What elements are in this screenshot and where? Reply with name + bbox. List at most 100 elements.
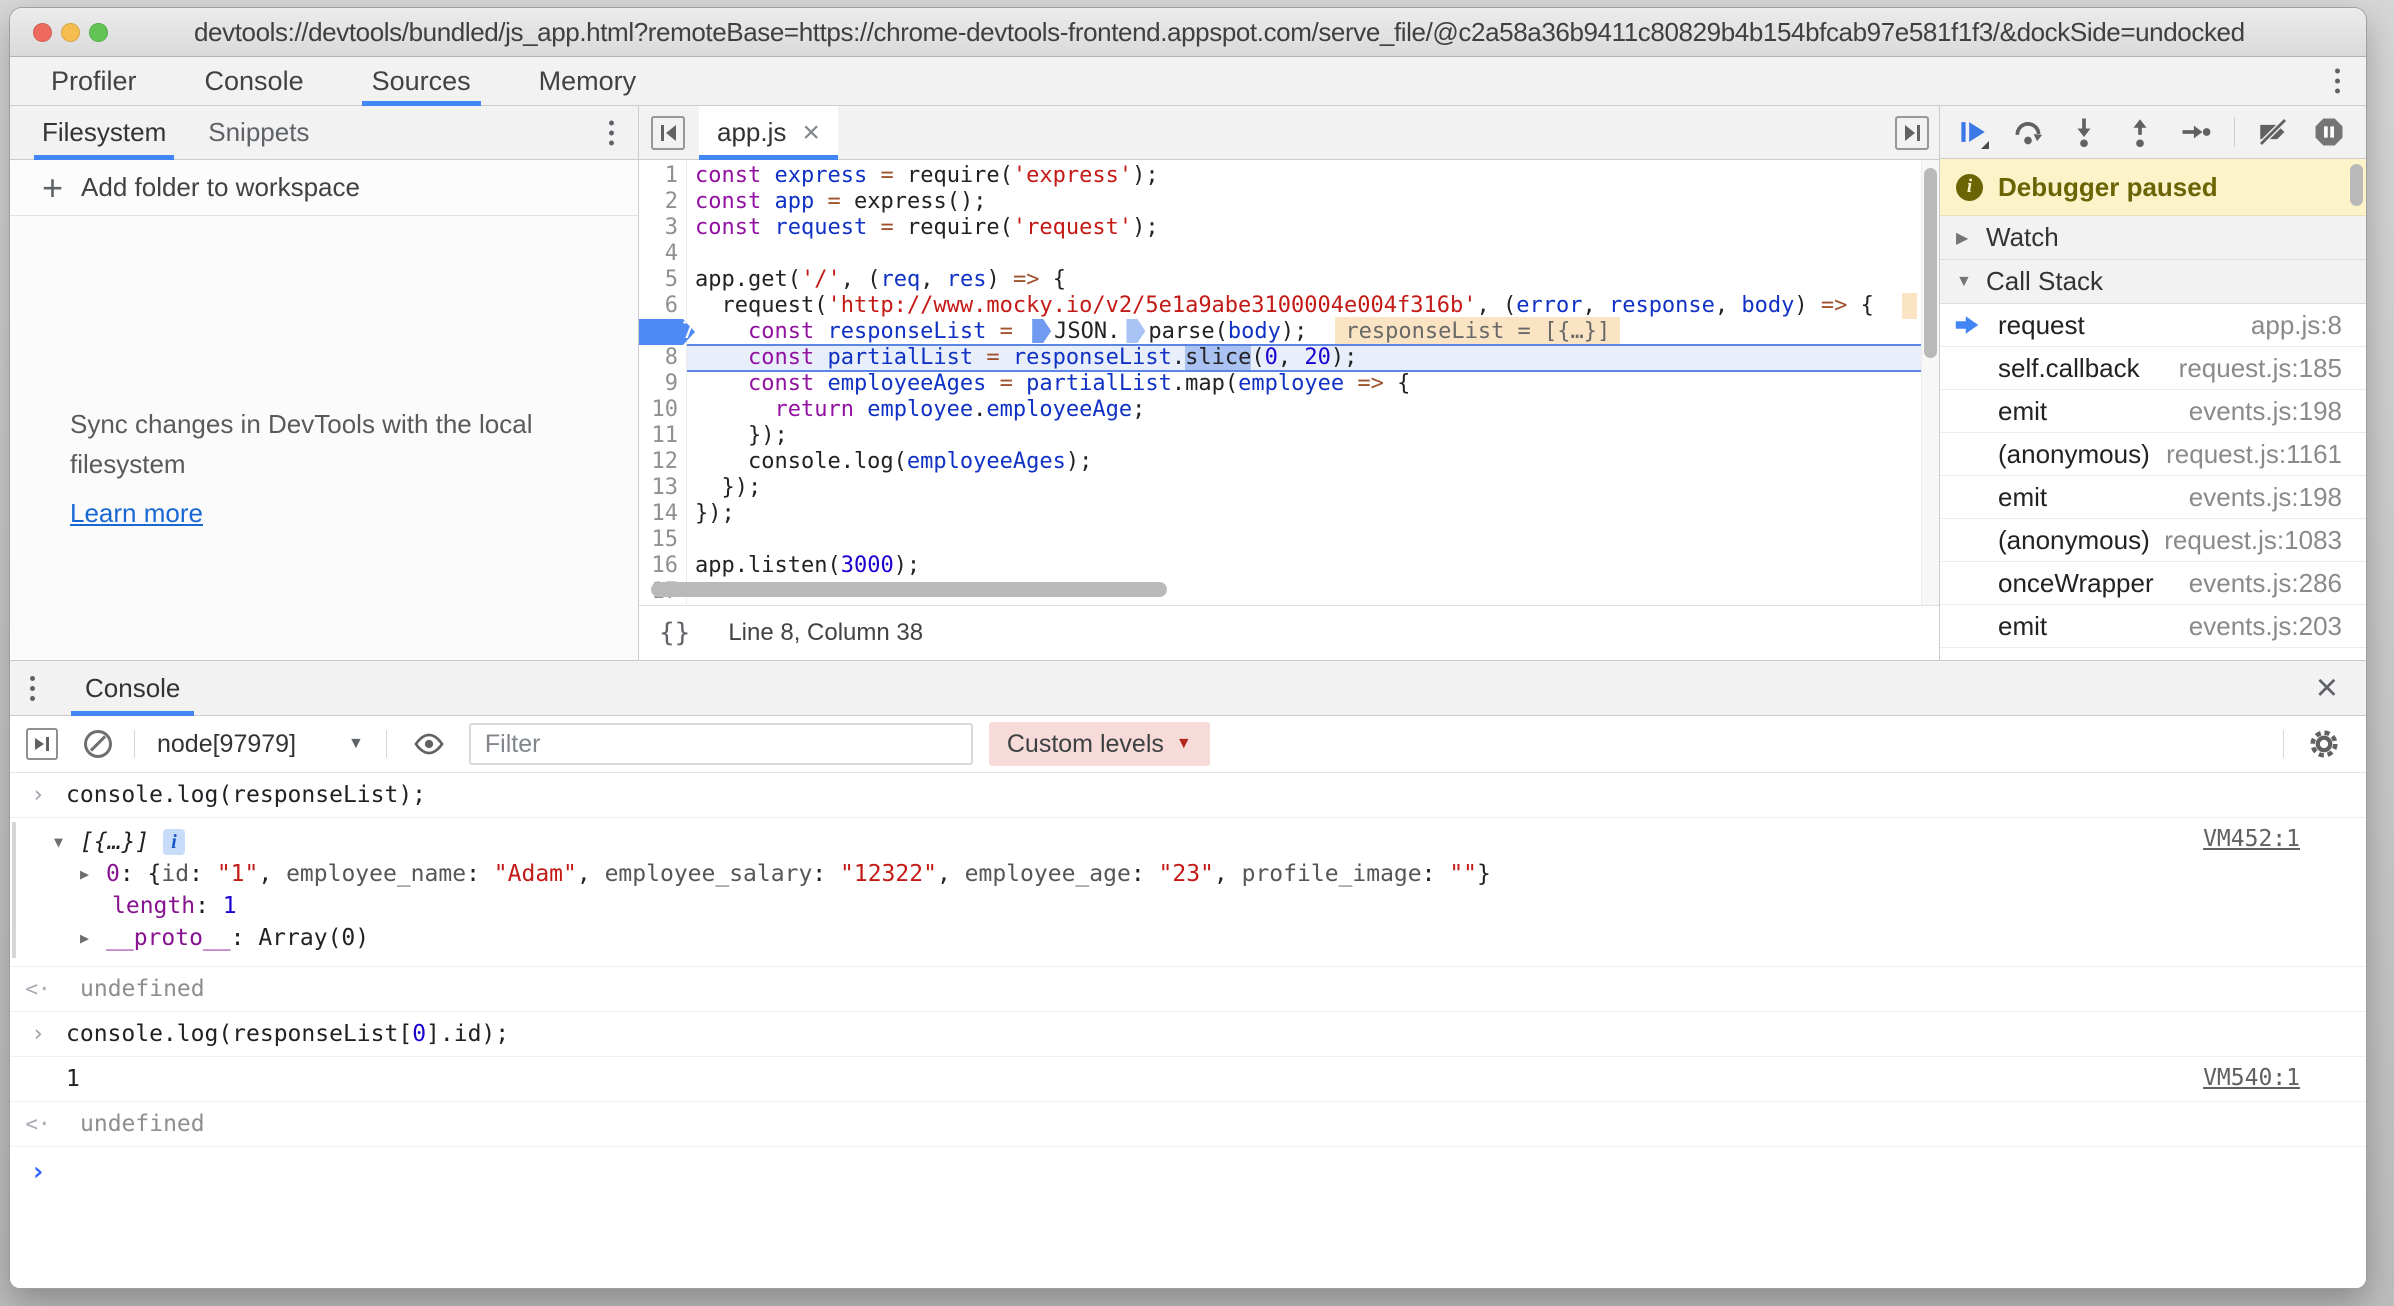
expand-open-icon[interactable]: ▼ (54, 833, 80, 851)
hide-navigator-icon[interactable] (651, 116, 685, 150)
step-location-marker-icon[interactable] (1032, 319, 1051, 343)
code-line[interactable] (687, 527, 1939, 553)
code-line[interactable]: }); (687, 475, 1939, 501)
add-folder-button[interactable]: + Add folder to workspace (10, 160, 638, 216)
step-into-button[interactable] (2066, 114, 2102, 150)
console-prompt-row[interactable]: › (10, 1147, 2366, 1197)
callstack-frame[interactable]: requestapp.js:8 (1940, 304, 2366, 347)
zoom-window-button[interactable] (89, 23, 108, 42)
close-window-button[interactable] (33, 23, 52, 42)
line-number[interactable]: 10 (639, 397, 686, 423)
console-drawer: Console × node[97979] ▼ Custom levels ▼ (10, 660, 2366, 1288)
learn-more-link[interactable]: Learn more (70, 498, 203, 529)
frame-location[interactable]: events.js:198 (2189, 396, 2342, 427)
resume-button[interactable] (1954, 114, 1990, 150)
source-location-link[interactable]: VM540:1 (2203, 1065, 2300, 1091)
frame-location[interactable]: app.js:8 (2251, 310, 2342, 341)
frame-location[interactable]: request.js:185 (2179, 353, 2342, 384)
code-line[interactable]: }); (687, 423, 1939, 449)
editor-horizontal-scrollbar[interactable] (651, 582, 1167, 597)
sidebar-scrollbar[interactable] (2350, 164, 2363, 206)
frame-location[interactable]: events.js:198 (2189, 482, 2342, 513)
filter-input[interactable] (469, 723, 973, 765)
close-drawer-icon[interactable]: × (2316, 669, 2338, 707)
step-location-marker-icon[interactable] (1126, 319, 1145, 343)
code-line[interactable]: const partialList = responseList.slice(0… (687, 345, 1939, 371)
step-out-button[interactable] (2122, 114, 2158, 150)
frame-location[interactable]: request.js:1083 (2164, 525, 2342, 556)
line-number[interactable]: 8 (639, 345, 686, 371)
step-over-button[interactable] (2010, 114, 2046, 150)
close-tab-icon[interactable]: × (802, 118, 820, 148)
editor-vertical-scrollbar[interactable] (1921, 160, 1939, 605)
live-expression-eye-icon[interactable] (411, 726, 447, 762)
callstack-frame[interactable]: emitevents.js:203 (1940, 605, 2366, 648)
javascript-context-selector[interactable]: node[97979] ▼ (157, 730, 364, 759)
line-number[interactable]: 6 (639, 293, 686, 319)
code-line[interactable]: }); (687, 501, 1939, 527)
line-number[interactable]: 5 (639, 267, 686, 293)
line-number[interactable]: 2 (639, 189, 686, 215)
console-settings-gear-icon[interactable] (2304, 724, 2344, 764)
minimize-window-button[interactable] (61, 23, 80, 42)
source-location-link[interactable]: VM452:1 (2203, 826, 2300, 852)
pause-on-exceptions-button[interactable] (2311, 114, 2347, 150)
step-button[interactable] (2178, 114, 2214, 150)
tab-console[interactable]: Console (178, 57, 331, 105)
line-number[interactable]: 11 (639, 423, 686, 449)
frame-location[interactable]: events.js:203 (2189, 611, 2342, 642)
line-number[interactable]: 15 (639, 527, 686, 553)
code-line[interactable]: const app = express(); (687, 189, 1939, 215)
deactivate-breakpoints-button[interactable] (2255, 114, 2291, 150)
watch-section-header[interactable]: ▶ Watch (1940, 216, 2366, 260)
line-number[interactable]: 14 (639, 501, 686, 527)
tab-memory[interactable]: Memory (512, 57, 664, 105)
callstack-frame[interactable]: emitevents.js:198 (1940, 390, 2366, 433)
info-badge-icon[interactable]: i (163, 829, 185, 855)
show-console-sidebar-icon[interactable] (26, 728, 58, 760)
custom-levels-dropdown[interactable]: Custom levels ▼ (989, 722, 1210, 766)
code-line[interactable]: const responseList = JSON.parse(body);re… (687, 319, 1939, 345)
tab-console-drawer[interactable]: Console (71, 661, 194, 715)
line-number[interactable]: 9 (639, 371, 686, 397)
navigator-menu-icon[interactable] (609, 120, 614, 145)
line-number[interactable]: 13 (639, 475, 686, 501)
frame-location[interactable]: request.js:1161 (2166, 439, 2342, 470)
line-number[interactable]: 12 (639, 449, 686, 475)
code-line[interactable]: return employee.employeeAge; (687, 397, 1939, 423)
clear-console-icon[interactable] (84, 730, 112, 758)
callstack-frame[interactable]: (anonymous)request.js:1083 (1940, 519, 2366, 562)
line-number[interactable]: 1 (639, 163, 686, 189)
tab-filesystem[interactable]: Filesystem (32, 106, 176, 159)
tab-sources[interactable]: Sources (345, 57, 498, 105)
line-number[interactable]: 3 (639, 215, 686, 241)
callstack-frame[interactable]: (anonymous)request.js:1161 (1940, 433, 2366, 476)
callstack-frame[interactable]: onceWrapperevents.js:286 (1940, 562, 2366, 605)
file-tab-appjs[interactable]: app.js × (699, 106, 838, 159)
callstack-frame[interactable]: self.callbackrequest.js:185 (1940, 347, 2366, 390)
code-editor[interactable]: 1234567891011121314151617 const express … (639, 160, 1939, 605)
code-line[interactable]: const express = require('express'); (687, 163, 1939, 189)
code-line[interactable]: const employeeAges = partialList.map(emp… (687, 371, 1939, 397)
call-stack-section-header[interactable]: ▼ Call Stack (1940, 260, 2366, 304)
code-line[interactable]: app.get('/', (req, res) => { (687, 267, 1939, 293)
code-line[interactable] (687, 241, 1939, 267)
line-number[interactable]: 4 (639, 241, 686, 267)
tab-profiler[interactable]: Profiler (24, 57, 164, 105)
pretty-print-icon[interactable]: {} (659, 618, 690, 648)
expand-closed-icon[interactable]: ▶ (80, 929, 106, 947)
code-line[interactable]: console.log(employeeAges); (687, 449, 1939, 475)
callstack-frame[interactable]: emitevents.js:198 (1940, 476, 2366, 519)
show-debugger-sidebar-icon[interactable] (1895, 116, 1929, 150)
console-messages[interactable]: ›console.log(responseList);VM452:1▼[{…}]… (10, 773, 2366, 1288)
frame-location[interactable]: events.js:286 (2189, 568, 2342, 599)
code-line[interactable]: request('http://www.mocky.io/v2/5e1a9abe… (687, 293, 1939, 319)
code-line[interactable]: app.listen(3000); (687, 553, 1939, 579)
drawer-menu-icon[interactable] (30, 676, 35, 701)
line-number[interactable]: 16 (639, 553, 686, 579)
code-line[interactable]: const request = require('request'); (687, 215, 1939, 241)
main-menu-icon[interactable] (2335, 69, 2340, 94)
expand-closed-icon[interactable]: ▶ (80, 865, 106, 883)
title-bar[interactable]: devtools://devtools/bundled/js_app.html?… (10, 8, 2366, 57)
tab-snippets[interactable]: Snippets (198, 106, 319, 159)
